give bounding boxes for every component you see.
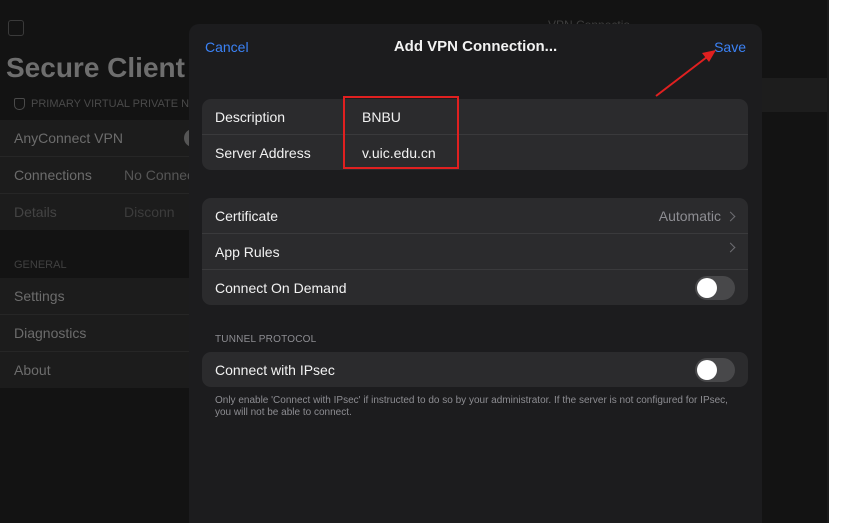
annotation-arrow-icon: [655, 50, 716, 97]
screen: VPN Connectio Secure Client PRIMARY VIRT…: [0, 0, 827, 523]
frame-border: [827, 0, 841, 523]
